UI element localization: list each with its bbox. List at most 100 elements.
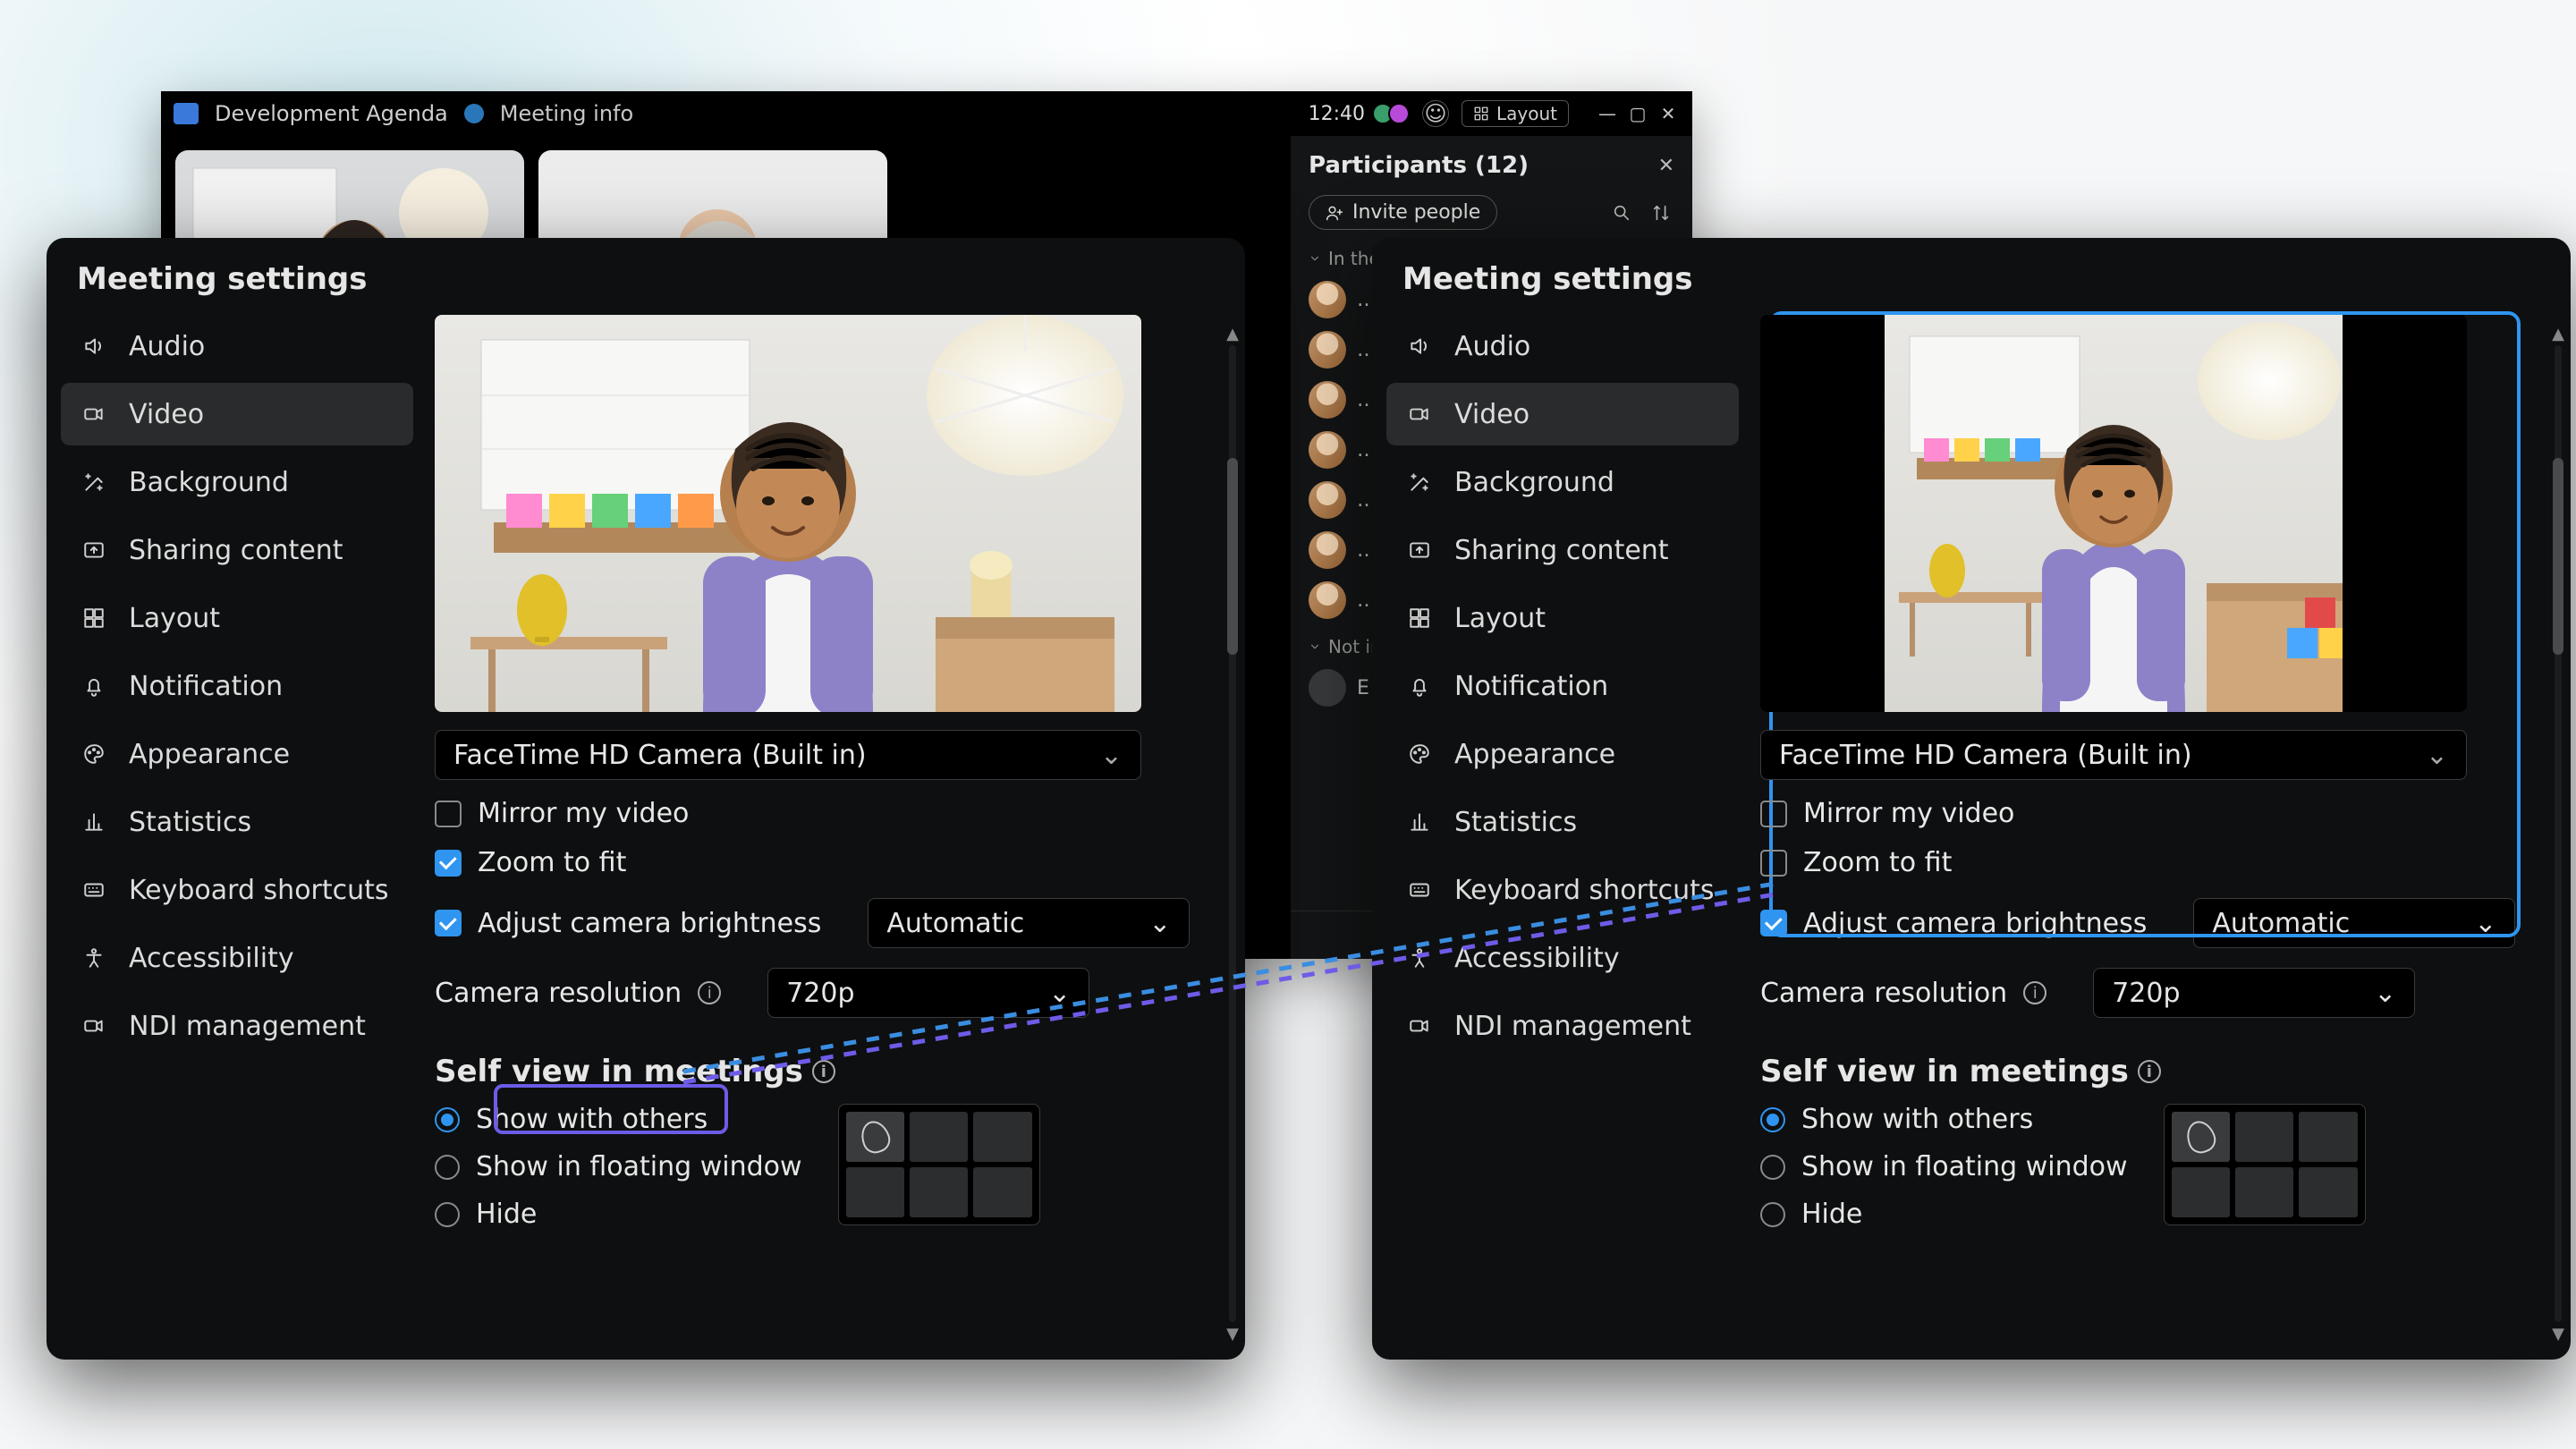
brightness-mode-select[interactable]: Automatic⌄ [868, 898, 1190, 948]
nav-shortcuts[interactable]: Keyboard shortcuts [61, 859, 413, 921]
scroll-thumb[interactable] [2553, 458, 2563, 655]
reactions-icon[interactable]: ☺ [1422, 100, 1449, 127]
minimize-button[interactable]: — [1596, 102, 1619, 125]
video-preview [435, 315, 1141, 712]
resolution-select[interactable]: 720p⌄ [2093, 968, 2415, 1018]
camera-select[interactable]: FaceTime HD Camera (Built in) ⌄ [435, 730, 1141, 780]
invite-people-label: Invite people [1352, 201, 1480, 224]
brightness-checkbox[interactable]: Adjust camera brightness [435, 908, 821, 939]
nav-audio[interactable]: Audio [1386, 315, 1739, 377]
accessibility-icon [80, 945, 107, 971]
selfview-with-others[interactable]: Show with others [435, 1104, 802, 1135]
nav-background[interactable]: Background [61, 451, 413, 513]
selfview-title: Self view in meetingsi [1760, 1054, 2546, 1089]
layout-button[interactable]: Layout [1462, 100, 1569, 127]
nav-statistics[interactable]: Statistics [61, 791, 413, 853]
selfview-layout-preview [838, 1104, 1040, 1225]
title-bar: Development Agenda Meeting info 12:40 ☺ … [161, 91, 1692, 136]
selfview-with-others[interactable]: Show with others [1760, 1104, 2128, 1135]
resolution-label: Camera resolution [1760, 978, 2007, 1009]
resolution-select[interactable]: 720p⌄ [767, 968, 1089, 1018]
nav-layout[interactable]: Layout [1386, 587, 1739, 649]
settings-nav: Audio Video Background Sharing content L… [47, 308, 428, 1360]
close-icon[interactable]: ✕ [1658, 155, 1674, 177]
scroll-up-icon[interactable]: ▲ [1225, 324, 1240, 343]
nav-accessibility[interactable]: Accessibility [1386, 927, 1739, 989]
nav-statistics[interactable]: Statistics [1386, 791, 1739, 853]
search-icon[interactable] [1608, 199, 1635, 226]
info-icon[interactable]: i [812, 1060, 835, 1083]
nav-video[interactable]: Video [1386, 383, 1739, 445]
meeting-title: Development Agenda [215, 101, 448, 126]
meeting-info-link[interactable]: Meeting info [500, 101, 633, 126]
selfview-floating[interactable]: Show in floating window [1760, 1151, 2128, 1182]
mirror-checkbox[interactable]: Mirror my video [1760, 798, 2014, 829]
camera-select[interactable]: FaceTime HD Camera (Built in) ⌄ [1760, 730, 2467, 780]
scroll-down-icon[interactable]: ▼ [2551, 1324, 2565, 1343]
wand-icon [1406, 469, 1433, 496]
camera-icon [80, 401, 107, 428]
speaker-icon [1406, 333, 1433, 360]
chevron-down-icon: ⌄ [2474, 908, 2496, 939]
nav-sharing[interactable]: Sharing content [1386, 519, 1739, 581]
video-preview [1760, 315, 2467, 712]
selfview-radio-group: Show with others Show in floating window… [435, 1104, 802, 1230]
nav-appearance[interactable]: Appearance [61, 723, 413, 785]
brightness-mode-select[interactable]: Automatic⌄ [2193, 898, 2515, 948]
settings-title: Meeting settings [47, 238, 1245, 308]
nav-notification[interactable]: Notification [61, 655, 413, 717]
selfview-hide[interactable]: Hide [435, 1199, 802, 1230]
zoom-checkbox[interactable]: Zoom to fit [435, 847, 626, 878]
info-icon[interactable] [464, 104, 484, 123]
nav-audio[interactable]: Audio [61, 315, 413, 377]
chevron-down-icon: ⌄ [1100, 740, 1123, 771]
keyboard-icon [80, 877, 107, 903]
window-controls: — ▢ ✕ [1596, 102, 1680, 125]
settings-window-right: Meeting settings Audio Video Background … [1372, 238, 2571, 1360]
mirror-checkbox[interactable]: Mirror my video [435, 798, 689, 829]
info-icon[interactable]: i [2138, 1060, 2161, 1083]
nav-accessibility[interactable]: Accessibility [61, 927, 413, 989]
wand-icon [80, 469, 107, 496]
share-icon [1406, 537, 1433, 564]
keyboard-icon [1406, 877, 1433, 903]
nav-sharing[interactable]: Sharing content [61, 519, 413, 581]
info-icon[interactable]: i [698, 981, 721, 1004]
scrollbar[interactable]: ▲ ▼ [2551, 324, 2565, 1343]
camera-select-value: FaceTime HD Camera (Built in) [1779, 740, 2192, 771]
scroll-thumb[interactable] [1227, 458, 1238, 655]
palette-icon [80, 741, 107, 767]
layout-button-label: Layout [1496, 103, 1557, 124]
bell-icon [1406, 673, 1433, 699]
palette-icon [1406, 741, 1433, 767]
presence-avatars [1377, 103, 1410, 124]
grid-icon [80, 605, 107, 631]
nav-ndi[interactable]: NDI management [1386, 995, 1739, 1057]
ndi-icon [1406, 1013, 1433, 1039]
nav-shortcuts[interactable]: Keyboard shortcuts [1386, 859, 1739, 921]
nav-layout[interactable]: Layout [61, 587, 413, 649]
close-button[interactable]: ✕ [1657, 102, 1680, 125]
zoom-checkbox[interactable]: Zoom to fit [1760, 847, 1952, 878]
nav-appearance[interactable]: Appearance [1386, 723, 1739, 785]
settings-title: Meeting settings [1372, 238, 2571, 308]
scroll-up-icon[interactable]: ▲ [2551, 324, 2565, 343]
nav-background[interactable]: Background [1386, 451, 1739, 513]
chart-icon [1406, 809, 1433, 835]
selfview-floating[interactable]: Show in floating window [435, 1151, 802, 1182]
selfview-hide[interactable]: Hide [1760, 1199, 2128, 1230]
scroll-down-icon[interactable]: ▼ [1225, 1324, 1240, 1343]
clock: 12:40 [1309, 103, 1365, 125]
nav-ndi[interactable]: NDI management [61, 995, 413, 1057]
speaker-icon [80, 333, 107, 360]
app-icon [174, 103, 199, 124]
selfview-layout-preview [2164, 1104, 2366, 1225]
nav-notification[interactable]: Notification [1386, 655, 1739, 717]
brightness-checkbox[interactable]: Adjust camera brightness [1760, 908, 2147, 939]
sort-icon[interactable] [1648, 199, 1674, 226]
nav-video[interactable]: Video [61, 383, 413, 445]
info-icon[interactable]: i [2023, 981, 2046, 1004]
scrollbar[interactable]: ▲ ▼ [1225, 324, 1240, 1343]
maximize-button[interactable]: ▢ [1626, 102, 1649, 125]
invite-people-button[interactable]: Invite people [1309, 195, 1497, 230]
